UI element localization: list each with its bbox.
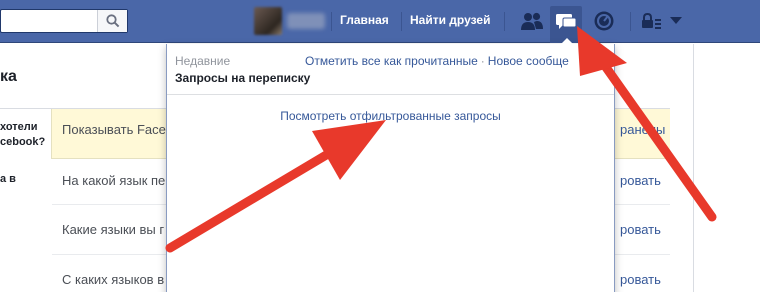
arrow-to-filtered-requests xyxy=(165,120,386,253)
annotation-arrows xyxy=(165,26,717,253)
arrow-to-messages-icon xyxy=(577,26,717,222)
